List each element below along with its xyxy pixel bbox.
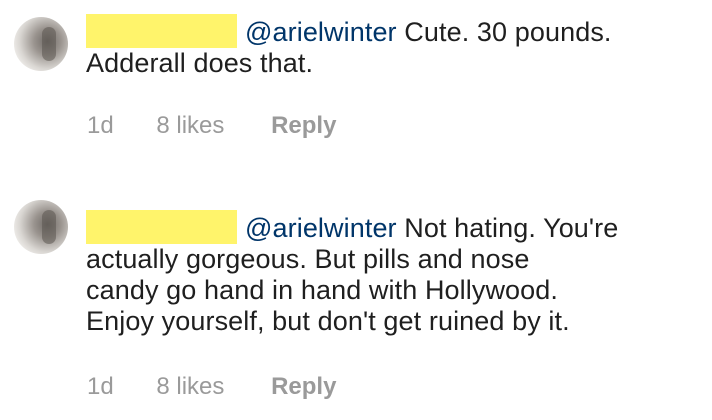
likes-count[interactable]: 8 likes — [156, 112, 224, 140]
comment-line: actually gorgeous. But pills and nose — [86, 244, 530, 274]
comment-body: Cute. 30 pounds. — [404, 17, 612, 47]
comment-line: @arielwinter Cute. 30 pounds. — [86, 14, 704, 48]
mention-link[interactable]: @arielwinter — [245, 213, 397, 243]
timestamp: 1d — [87, 112, 114, 139]
likes-count[interactable]: 8 likes — [156, 373, 224, 401]
redacted-username — [86, 210, 237, 244]
avatar[interactable] — [14, 200, 68, 254]
comment-text: @arielwinter Not hating. You're actually… — [86, 210, 704, 337]
redacted-username — [86, 14, 237, 48]
reply-button[interactable]: Reply — [271, 112, 336, 140]
comment-line: Enjoy yourself, but don't get ruined by … — [86, 306, 570, 336]
comment-meta: 1d 8 likes Reply — [87, 373, 336, 401]
timestamp: 1d — [87, 373, 114, 400]
comment-body: Not hating. You're — [404, 213, 619, 243]
comment-meta: 1d 8 likes Reply — [87, 112, 336, 140]
comment-line: @arielwinter Not hating. You're — [86, 210, 704, 244]
mention-link[interactable]: @arielwinter — [245, 17, 397, 47]
comment-line: Adderall does that. — [86, 48, 314, 78]
reply-button[interactable]: Reply — [271, 373, 336, 401]
comment-line: candy go hand in hand with Hollywood. — [86, 275, 559, 305]
avatar[interactable] — [14, 17, 68, 71]
comment-text: @arielwinter Cute. 30 pounds. Adderall d… — [86, 14, 704, 79]
